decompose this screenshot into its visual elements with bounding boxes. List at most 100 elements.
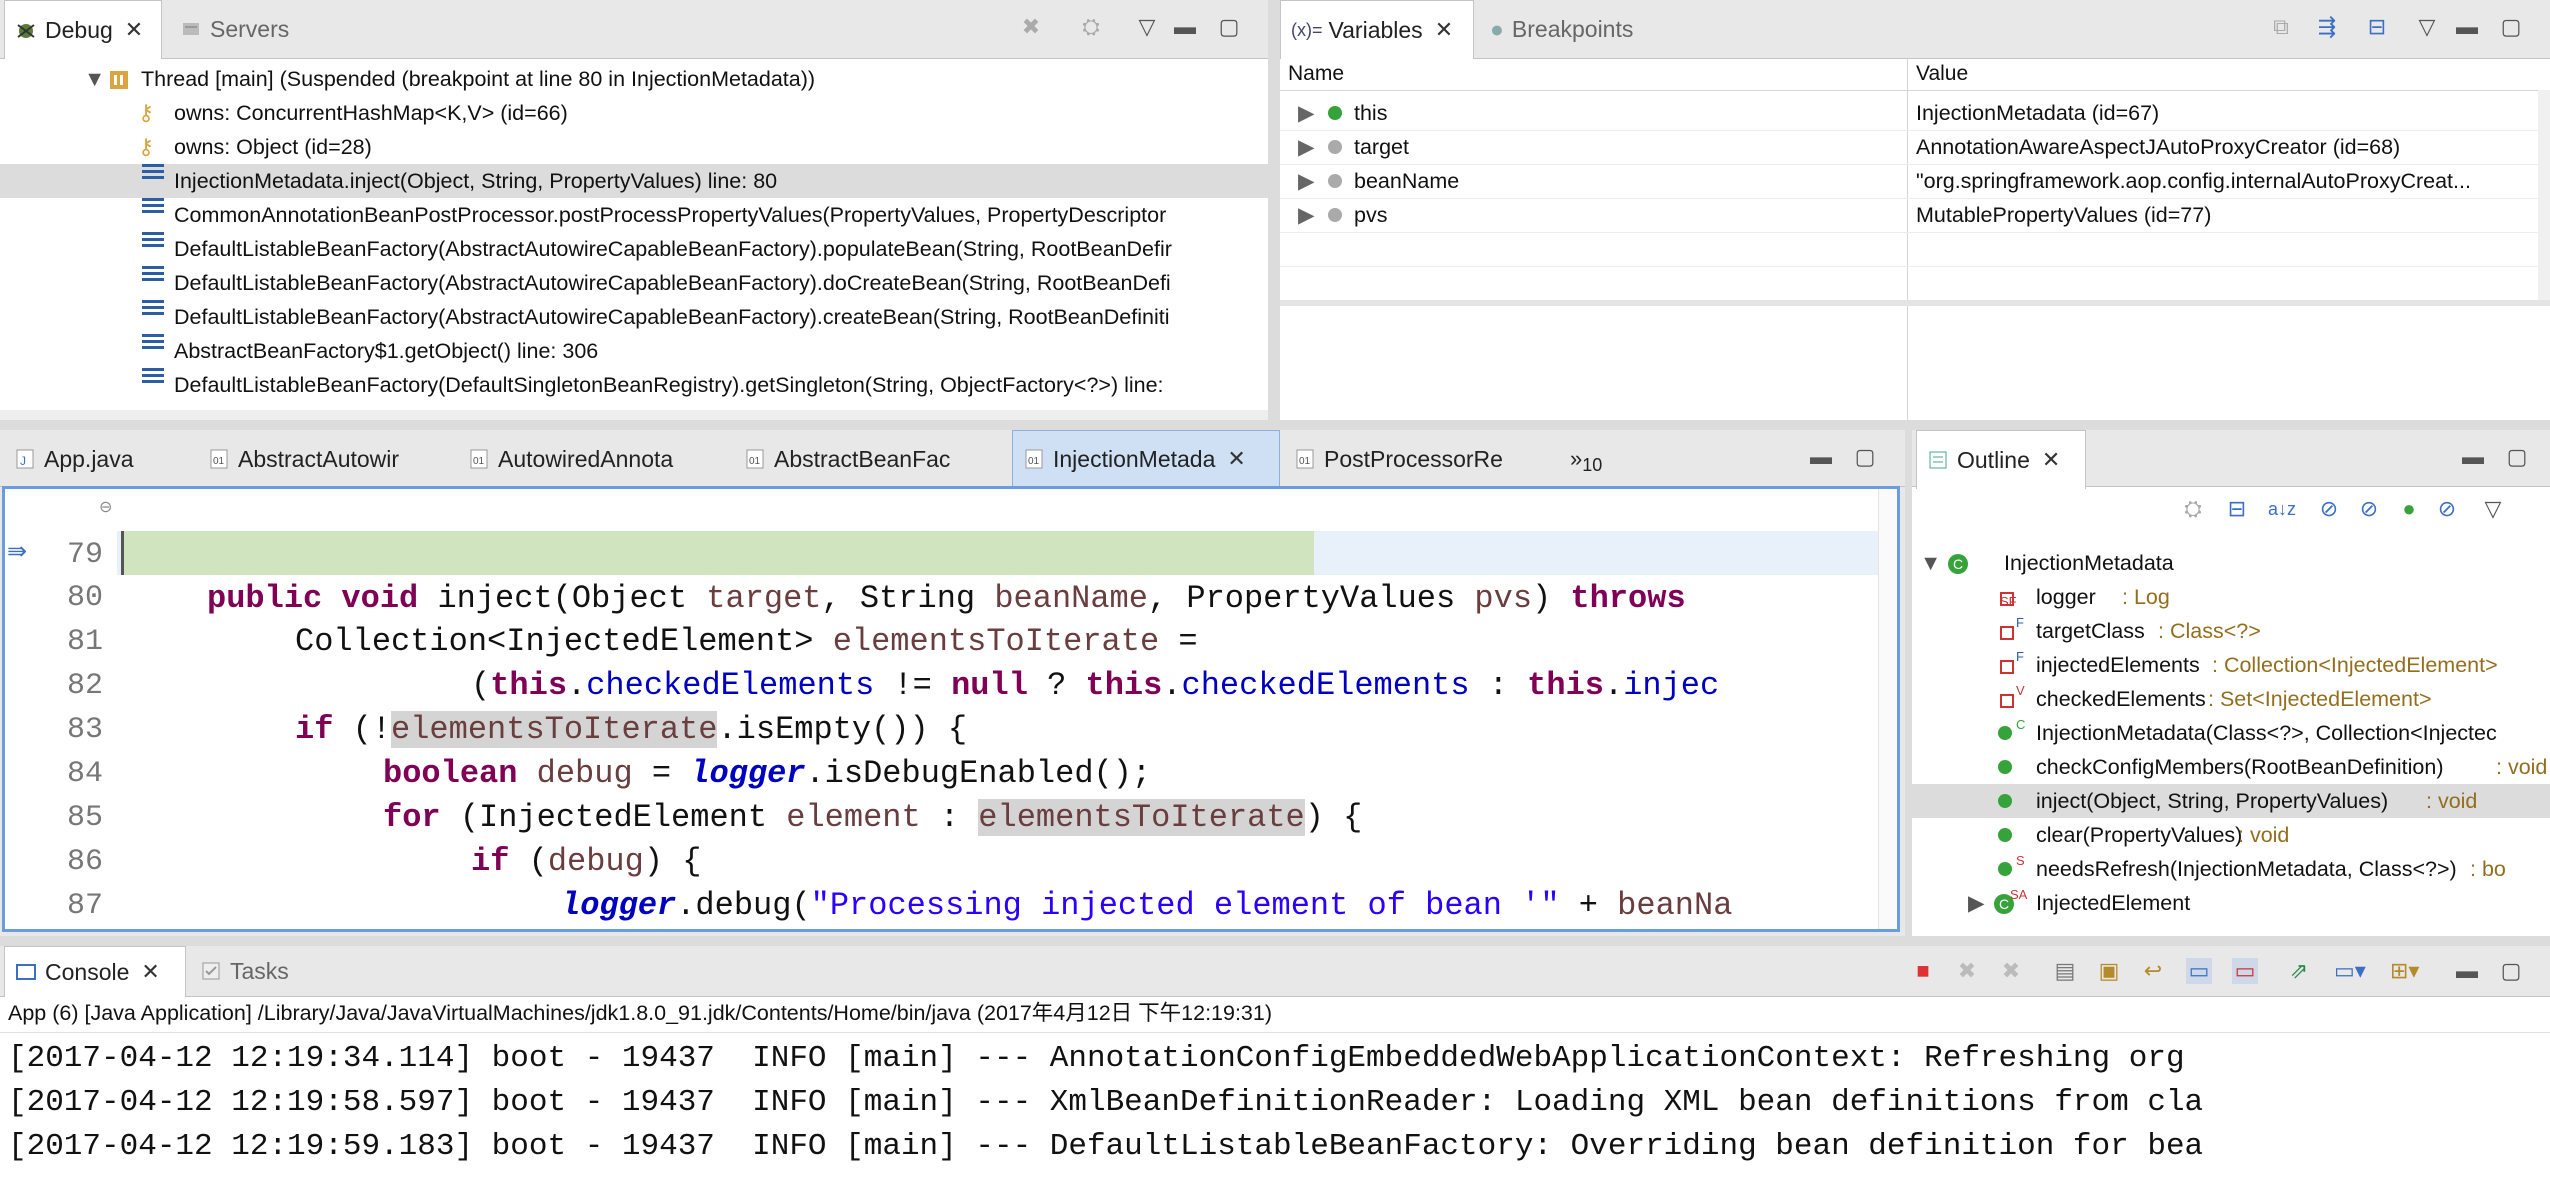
console-output[interactable]: [2017-04-12 12:19:34.114] boot - 19437 I… (0, 1032, 2550, 1182)
pin-console-icon[interactable]: ⇗ (2286, 958, 2312, 984)
outline-item[interactable]: F targetClass : Class<?> (1912, 614, 2550, 648)
overview-ruler[interactable] (1878, 489, 1897, 929)
collapse-icon[interactable]: ⛭ (1078, 14, 1104, 40)
private-field-icon (2000, 626, 2014, 640)
minimize-icon[interactable]: ▬ (2460, 444, 2486, 470)
remove-terminated-icon[interactable]: ✖ (1018, 14, 1044, 40)
tab-servers[interactable]: Servers (170, 0, 330, 58)
view-menu-icon[interactable]: ▽ (2414, 14, 2440, 40)
outline-item[interactable]: clear(PropertyValues) : void (1912, 818, 2550, 852)
thread-row[interactable]: ▼ Thread [main] (Suspended (breakpoint a… (0, 62, 1268, 96)
maximize-icon[interactable]: ▢ (1852, 444, 1878, 470)
expand-arrow-icon[interactable]: ▼ (84, 62, 105, 96)
tab-console[interactable]: Console ✕ (4, 946, 186, 997)
expand-arrow-icon[interactable]: ▼ (1920, 546, 1941, 580)
close-icon[interactable]: ✕ (125, 17, 143, 43)
editor-tab[interactable]: 01 AutowiredAnnota (458, 430, 718, 488)
editor-tab[interactable]: J App.java (4, 430, 224, 488)
code-line-86: 86 logger.debug("Processing injected ele… (5, 796, 1897, 924)
variable-row[interactable]: ▶ this InjectionMetadata (id=67) (1280, 96, 2550, 131)
variable-row[interactable]: ▶ pvs MutablePropertyValues (id=77) (1280, 198, 2550, 233)
show-logical-structure-icon[interactable]: ⇶ (2314, 14, 2340, 40)
stack-frame-row[interactable]: DefaultListableBeanFactory(AbstractAutow… (0, 266, 1268, 300)
show-type-names-icon[interactable]: ⧉ (2268, 14, 2294, 40)
stack-frame-row[interactable]: AbstractBeanFactory$1.getObject() line: … (0, 334, 1268, 368)
editor-tab[interactable]: 01 PostProcessorRe (1284, 430, 1534, 488)
key-icon: ⚷ (138, 134, 155, 159)
tab-variables[interactable]: (x)= Variables ✕ (1280, 0, 1474, 59)
maximize-icon[interactable]: ▢ (2504, 444, 2530, 470)
tab-tasks[interactable]: Tasks (190, 946, 320, 996)
view-menu-icon[interactable]: ▽ (1134, 14, 1160, 40)
stack-frame-row[interactable]: DefaultListableBeanFactory(AbstractAutow… (0, 300, 1268, 334)
outline-item[interactable]: S needsRefresh(InjectionMetadata, Class<… (1912, 852, 2550, 886)
owns-row[interactable]: ⚷ owns: ConcurrentHashMap<K,V> (id=66) (0, 96, 1268, 130)
tab-variables-label: Variables (1328, 16, 1423, 43)
close-icon[interactable]: ✕ (1435, 17, 1453, 43)
editor-tab[interactable]: 01 AbstractBeanFac (734, 430, 1004, 488)
value-column-header[interactable]: Value (1916, 58, 1968, 90)
expand-arrow-icon[interactable]: ▶ (1298, 164, 1315, 198)
hide-local-types-icon[interactable]: ⊘ (2434, 496, 2460, 522)
remove-all-terminated-icon[interactable]: ✖ (1998, 958, 2024, 984)
name-column-header[interactable]: Name (1288, 58, 1344, 90)
collapse-all-icon[interactable]: ⊟ (2224, 496, 2250, 522)
open-console-icon[interactable]: ⊞▾ (2390, 958, 2419, 984)
maximize-icon[interactable]: ▢ (1216, 14, 1242, 40)
minimize-icon[interactable]: ▬ (1808, 444, 1834, 470)
stack-frame-row[interactable]: CommonAnnotationBeanPostProcessor.postPr… (0, 198, 1268, 232)
show-on-stderr-icon[interactable]: ▭ (2232, 958, 2258, 984)
outline-item[interactable]: F injectedElements : Collection<Injected… (1912, 648, 2550, 682)
tab-console-label: Console (45, 958, 130, 985)
close-icon[interactable]: ✕ (2042, 447, 2060, 473)
expand-arrow-icon[interactable]: ▶ (1298, 96, 1315, 130)
minimize-icon[interactable]: ▬ (2454, 958, 2480, 984)
editor-tab-active[interactable]: 01 InjectionMetada ✕ (1012, 430, 1280, 488)
horizontal-scrollbar[interactable] (0, 410, 1268, 420)
maximize-icon[interactable]: ▢ (2498, 14, 2524, 40)
clear-console-icon[interactable]: ▤ (2052, 958, 2078, 984)
hide-fields-icon[interactable]: ⊘ (2316, 496, 2342, 522)
word-wrap-icon[interactable]: ↩ (2140, 958, 2166, 984)
expand-arrow-icon[interactable]: ▶ (1298, 130, 1315, 164)
maximize-icon[interactable]: ▢ (2498, 958, 2524, 984)
view-menu-icon[interactable]: ▽ (2480, 496, 2506, 522)
owns-row[interactable]: ⚷ owns: Object (id=28) (0, 130, 1268, 164)
scroll-lock-icon[interactable]: ▣ (2096, 958, 2122, 984)
variable-row[interactable]: ▶ beanName "org.springframework.aop.conf… (1280, 164, 2550, 199)
expand-arrow-icon[interactable]: ▶ (1968, 886, 1985, 920)
outline-item[interactable]: ▶ C SA InjectedElement (1912, 886, 2550, 920)
details-pane-divider[interactable] (1280, 300, 2550, 306)
expand-arrow-icon[interactable]: ▶ (1298, 198, 1315, 232)
sort-icon[interactable]: a↓z (2268, 496, 2296, 522)
remove-launch-icon[interactable]: ✖ (1954, 958, 1980, 984)
outline-item[interactable]: V checkedElements : Set<InjectedElement> (1912, 682, 2550, 716)
variable-row[interactable]: ▶ target AnnotationAwareAspectJAutoProxy… (1280, 130, 2550, 165)
stack-frame-row[interactable]: DefaultListableBeanFactory(AbstractAutow… (0, 232, 1268, 266)
more-tabs-button[interactable]: » 10 (1560, 430, 1630, 488)
outline-root[interactable]: ▼ C InjectionMetadata (1912, 546, 2550, 580)
minimize-icon[interactable]: ▬ (1172, 14, 1198, 40)
display-console-icon[interactable]: ▭▾ (2334, 958, 2366, 984)
outline-item[interactable]: checkConfigMembers(RootBeanDefinition) :… (1912, 750, 2550, 784)
code-editor[interactable]: ⇛ ⊖ 79 public void inject(Object target,… (2, 486, 1900, 932)
outline-item[interactable]: SF logger : Log (1912, 580, 2550, 614)
tab-outline[interactable]: Outline ✕ (1916, 430, 2086, 489)
close-icon[interactable]: ✕ (141, 959, 159, 985)
close-icon[interactable]: ✕ (1227, 446, 1245, 472)
minimize-icon[interactable]: ▬ (2454, 14, 2480, 40)
hide-nonpublic-icon[interactable]: ● (2396, 496, 2422, 522)
hide-static-icon[interactable]: ⊘ (2356, 496, 2382, 522)
outline-item-selected[interactable]: inject(Object, String, PropertyValues) :… (1912, 784, 2550, 818)
tab-breakpoints[interactable]: ● Breakpoints (1480, 0, 1670, 58)
link-editor-icon[interactable]: ⛭ (2180, 496, 2206, 522)
editor-tab[interactable]: 01 AbstractAutowir (198, 430, 458, 488)
tab-debug[interactable]: Debug ✕ (4, 0, 162, 59)
show-on-stdout-icon[interactable]: ▭ (2186, 958, 2212, 984)
terminate-icon[interactable]: ■ (1910, 958, 1936, 984)
collapse-all-icon[interactable]: ⊟ (2364, 14, 2390, 40)
outline-item[interactable]: C InjectionMetadata(Class<?>, Collection… (1912, 716, 2550, 750)
stack-frame-row[interactable]: DefaultListableBeanFactory(DefaultSingle… (0, 368, 1268, 402)
stack-frame-row[interactable]: InjectionMetadata.inject(Object, String,… (0, 164, 1268, 198)
vertical-scrollbar[interactable] (2538, 90, 2550, 300)
